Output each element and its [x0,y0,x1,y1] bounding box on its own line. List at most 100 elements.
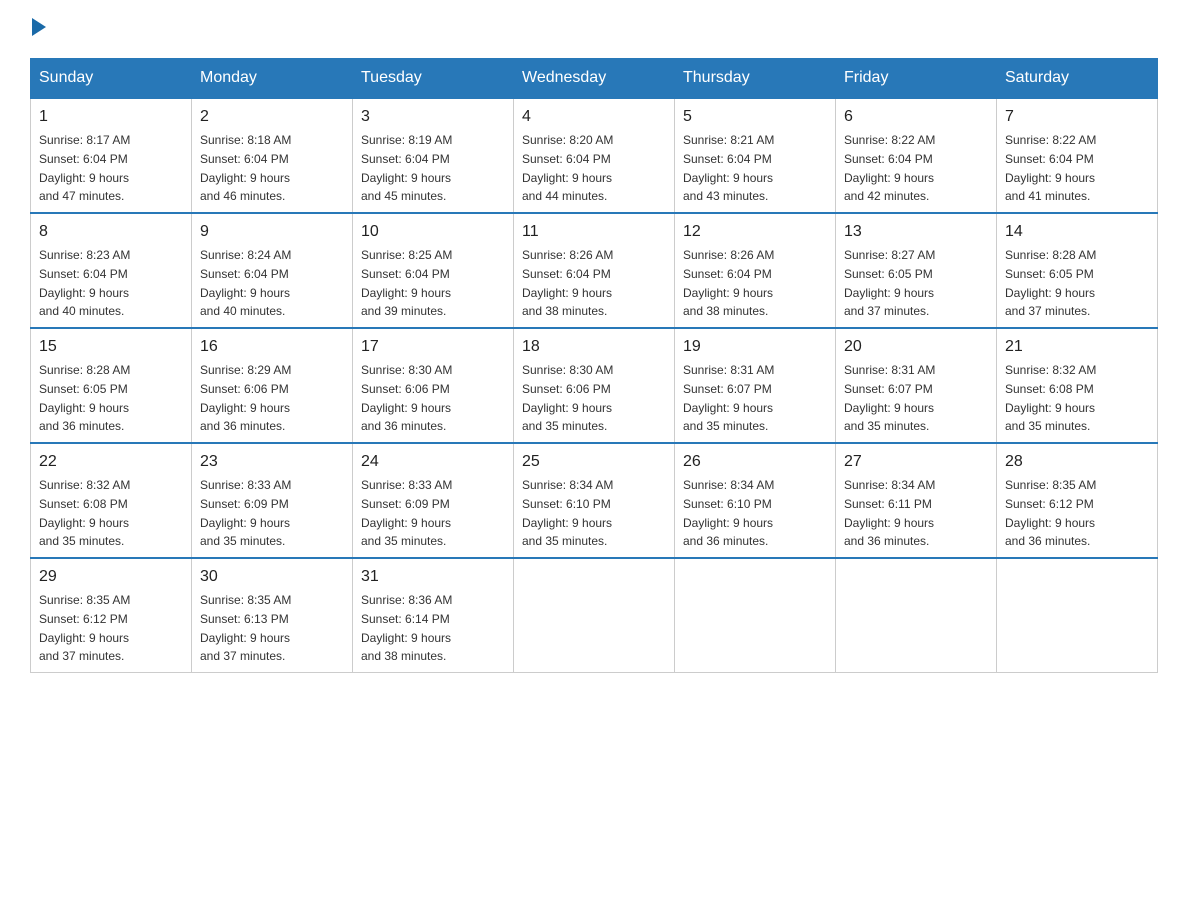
calendar-cell: 26 Sunrise: 8:34 AMSunset: 6:10 PMDaylig… [675,443,836,558]
day-number: 3 [361,105,505,129]
calendar-cell: 8 Sunrise: 8:23 AMSunset: 6:04 PMDayligh… [31,213,192,328]
day-number: 2 [200,105,344,129]
day-number: 16 [200,335,344,359]
day-header-monday: Monday [192,59,353,99]
day-info: Sunrise: 8:28 AMSunset: 6:05 PMDaylight:… [1005,248,1096,318]
calendar-table: SundayMondayTuesdayWednesdayThursdayFrid… [30,58,1158,673]
day-number: 10 [361,220,505,244]
day-number: 26 [683,450,827,474]
day-number: 21 [1005,335,1149,359]
calendar-cell: 31 Sunrise: 8:36 AMSunset: 6:14 PMDaylig… [353,558,514,673]
day-info: Sunrise: 8:33 AMSunset: 6:09 PMDaylight:… [200,478,291,548]
header-row: SundayMondayTuesdayWednesdayThursdayFrid… [31,59,1158,99]
day-number: 12 [683,220,827,244]
day-number: 4 [522,105,666,129]
day-info: Sunrise: 8:31 AMSunset: 6:07 PMDaylight:… [683,363,774,433]
calendar-cell: 14 Sunrise: 8:28 AMSunset: 6:05 PMDaylig… [997,213,1158,328]
calendar-week-4: 22 Sunrise: 8:32 AMSunset: 6:08 PMDaylig… [31,443,1158,558]
day-info: Sunrise: 8:30 AMSunset: 6:06 PMDaylight:… [522,363,613,433]
day-number: 15 [39,335,183,359]
day-info: Sunrise: 8:34 AMSunset: 6:10 PMDaylight:… [522,478,613,548]
calendar-cell: 18 Sunrise: 8:30 AMSunset: 6:06 PMDaylig… [514,328,675,443]
calendar-cell: 10 Sunrise: 8:25 AMSunset: 6:04 PMDaylig… [353,213,514,328]
calendar-cell [997,558,1158,673]
calendar-cell [675,558,836,673]
day-info: Sunrise: 8:22 AMSunset: 6:04 PMDaylight:… [844,133,935,203]
calendar-cell [514,558,675,673]
day-info: Sunrise: 8:18 AMSunset: 6:04 PMDaylight:… [200,133,291,203]
calendar-cell: 1 Sunrise: 8:17 AMSunset: 6:04 PMDayligh… [31,98,192,213]
logo [30,20,48,38]
day-info: Sunrise: 8:30 AMSunset: 6:06 PMDaylight:… [361,363,452,433]
calendar-cell: 15 Sunrise: 8:28 AMSunset: 6:05 PMDaylig… [31,328,192,443]
day-info: Sunrise: 8:35 AMSunset: 6:12 PMDaylight:… [1005,478,1096,548]
day-info: Sunrise: 8:34 AMSunset: 6:11 PMDaylight:… [844,478,935,548]
day-info: Sunrise: 8:31 AMSunset: 6:07 PMDaylight:… [844,363,935,433]
day-info: Sunrise: 8:24 AMSunset: 6:04 PMDaylight:… [200,248,291,318]
calendar-header: SundayMondayTuesdayWednesdayThursdayFrid… [31,59,1158,99]
day-number: 14 [1005,220,1149,244]
calendar-cell: 3 Sunrise: 8:19 AMSunset: 6:04 PMDayligh… [353,98,514,213]
day-info: Sunrise: 8:25 AMSunset: 6:04 PMDaylight:… [361,248,452,318]
calendar-cell: 29 Sunrise: 8:35 AMSunset: 6:12 PMDaylig… [31,558,192,673]
calendar-cell: 12 Sunrise: 8:26 AMSunset: 6:04 PMDaylig… [675,213,836,328]
calendar-week-3: 15 Sunrise: 8:28 AMSunset: 6:05 PMDaylig… [31,328,1158,443]
day-info: Sunrise: 8:26 AMSunset: 6:04 PMDaylight:… [683,248,774,318]
calendar-body: 1 Sunrise: 8:17 AMSunset: 6:04 PMDayligh… [31,98,1158,673]
day-info: Sunrise: 8:36 AMSunset: 6:14 PMDaylight:… [361,593,452,663]
day-number: 5 [683,105,827,129]
day-number: 25 [522,450,666,474]
day-number: 24 [361,450,505,474]
calendar-cell: 23 Sunrise: 8:33 AMSunset: 6:09 PMDaylig… [192,443,353,558]
calendar-cell: 25 Sunrise: 8:34 AMSunset: 6:10 PMDaylig… [514,443,675,558]
day-info: Sunrise: 8:27 AMSunset: 6:05 PMDaylight:… [844,248,935,318]
calendar-cell: 5 Sunrise: 8:21 AMSunset: 6:04 PMDayligh… [675,98,836,213]
calendar-cell: 24 Sunrise: 8:33 AMSunset: 6:09 PMDaylig… [353,443,514,558]
day-info: Sunrise: 8:35 AMSunset: 6:12 PMDaylight:… [39,593,130,663]
calendar-cell: 19 Sunrise: 8:31 AMSunset: 6:07 PMDaylig… [675,328,836,443]
calendar-week-1: 1 Sunrise: 8:17 AMSunset: 6:04 PMDayligh… [31,98,1158,213]
calendar-cell: 22 Sunrise: 8:32 AMSunset: 6:08 PMDaylig… [31,443,192,558]
day-info: Sunrise: 8:35 AMSunset: 6:13 PMDaylight:… [200,593,291,663]
day-info: Sunrise: 8:21 AMSunset: 6:04 PMDaylight:… [683,133,774,203]
calendar-cell: 4 Sunrise: 8:20 AMSunset: 6:04 PMDayligh… [514,98,675,213]
calendar-cell: 20 Sunrise: 8:31 AMSunset: 6:07 PMDaylig… [836,328,997,443]
calendar-cell: 11 Sunrise: 8:26 AMSunset: 6:04 PMDaylig… [514,213,675,328]
day-number: 28 [1005,450,1149,474]
day-header-tuesday: Tuesday [353,59,514,99]
day-info: Sunrise: 8:23 AMSunset: 6:04 PMDaylight:… [39,248,130,318]
day-info: Sunrise: 8:32 AMSunset: 6:08 PMDaylight:… [39,478,130,548]
day-header-friday: Friday [836,59,997,99]
calendar-cell: 30 Sunrise: 8:35 AMSunset: 6:13 PMDaylig… [192,558,353,673]
day-number: 30 [200,565,344,589]
calendar-cell: 13 Sunrise: 8:27 AMSunset: 6:05 PMDaylig… [836,213,997,328]
day-info: Sunrise: 8:26 AMSunset: 6:04 PMDaylight:… [522,248,613,318]
day-header-sunday: Sunday [31,59,192,99]
day-header-saturday: Saturday [997,59,1158,99]
day-number: 22 [39,450,183,474]
calendar-cell: 27 Sunrise: 8:34 AMSunset: 6:11 PMDaylig… [836,443,997,558]
day-number: 19 [683,335,827,359]
page-header [30,20,1158,38]
day-number: 18 [522,335,666,359]
day-number: 11 [522,220,666,244]
day-info: Sunrise: 8:28 AMSunset: 6:05 PMDaylight:… [39,363,130,433]
calendar-cell: 9 Sunrise: 8:24 AMSunset: 6:04 PMDayligh… [192,213,353,328]
day-number: 31 [361,565,505,589]
day-number: 1 [39,105,183,129]
day-info: Sunrise: 8:29 AMSunset: 6:06 PMDaylight:… [200,363,291,433]
day-number: 17 [361,335,505,359]
logo-triangle-icon [32,18,46,36]
day-number: 29 [39,565,183,589]
day-header-wednesday: Wednesday [514,59,675,99]
day-number: 13 [844,220,988,244]
day-info: Sunrise: 8:22 AMSunset: 6:04 PMDaylight:… [1005,133,1096,203]
day-header-thursday: Thursday [675,59,836,99]
day-number: 27 [844,450,988,474]
day-info: Sunrise: 8:17 AMSunset: 6:04 PMDaylight:… [39,133,130,203]
calendar-cell: 2 Sunrise: 8:18 AMSunset: 6:04 PMDayligh… [192,98,353,213]
calendar-week-5: 29 Sunrise: 8:35 AMSunset: 6:12 PMDaylig… [31,558,1158,673]
day-info: Sunrise: 8:32 AMSunset: 6:08 PMDaylight:… [1005,363,1096,433]
calendar-cell: 6 Sunrise: 8:22 AMSunset: 6:04 PMDayligh… [836,98,997,213]
day-info: Sunrise: 8:33 AMSunset: 6:09 PMDaylight:… [361,478,452,548]
